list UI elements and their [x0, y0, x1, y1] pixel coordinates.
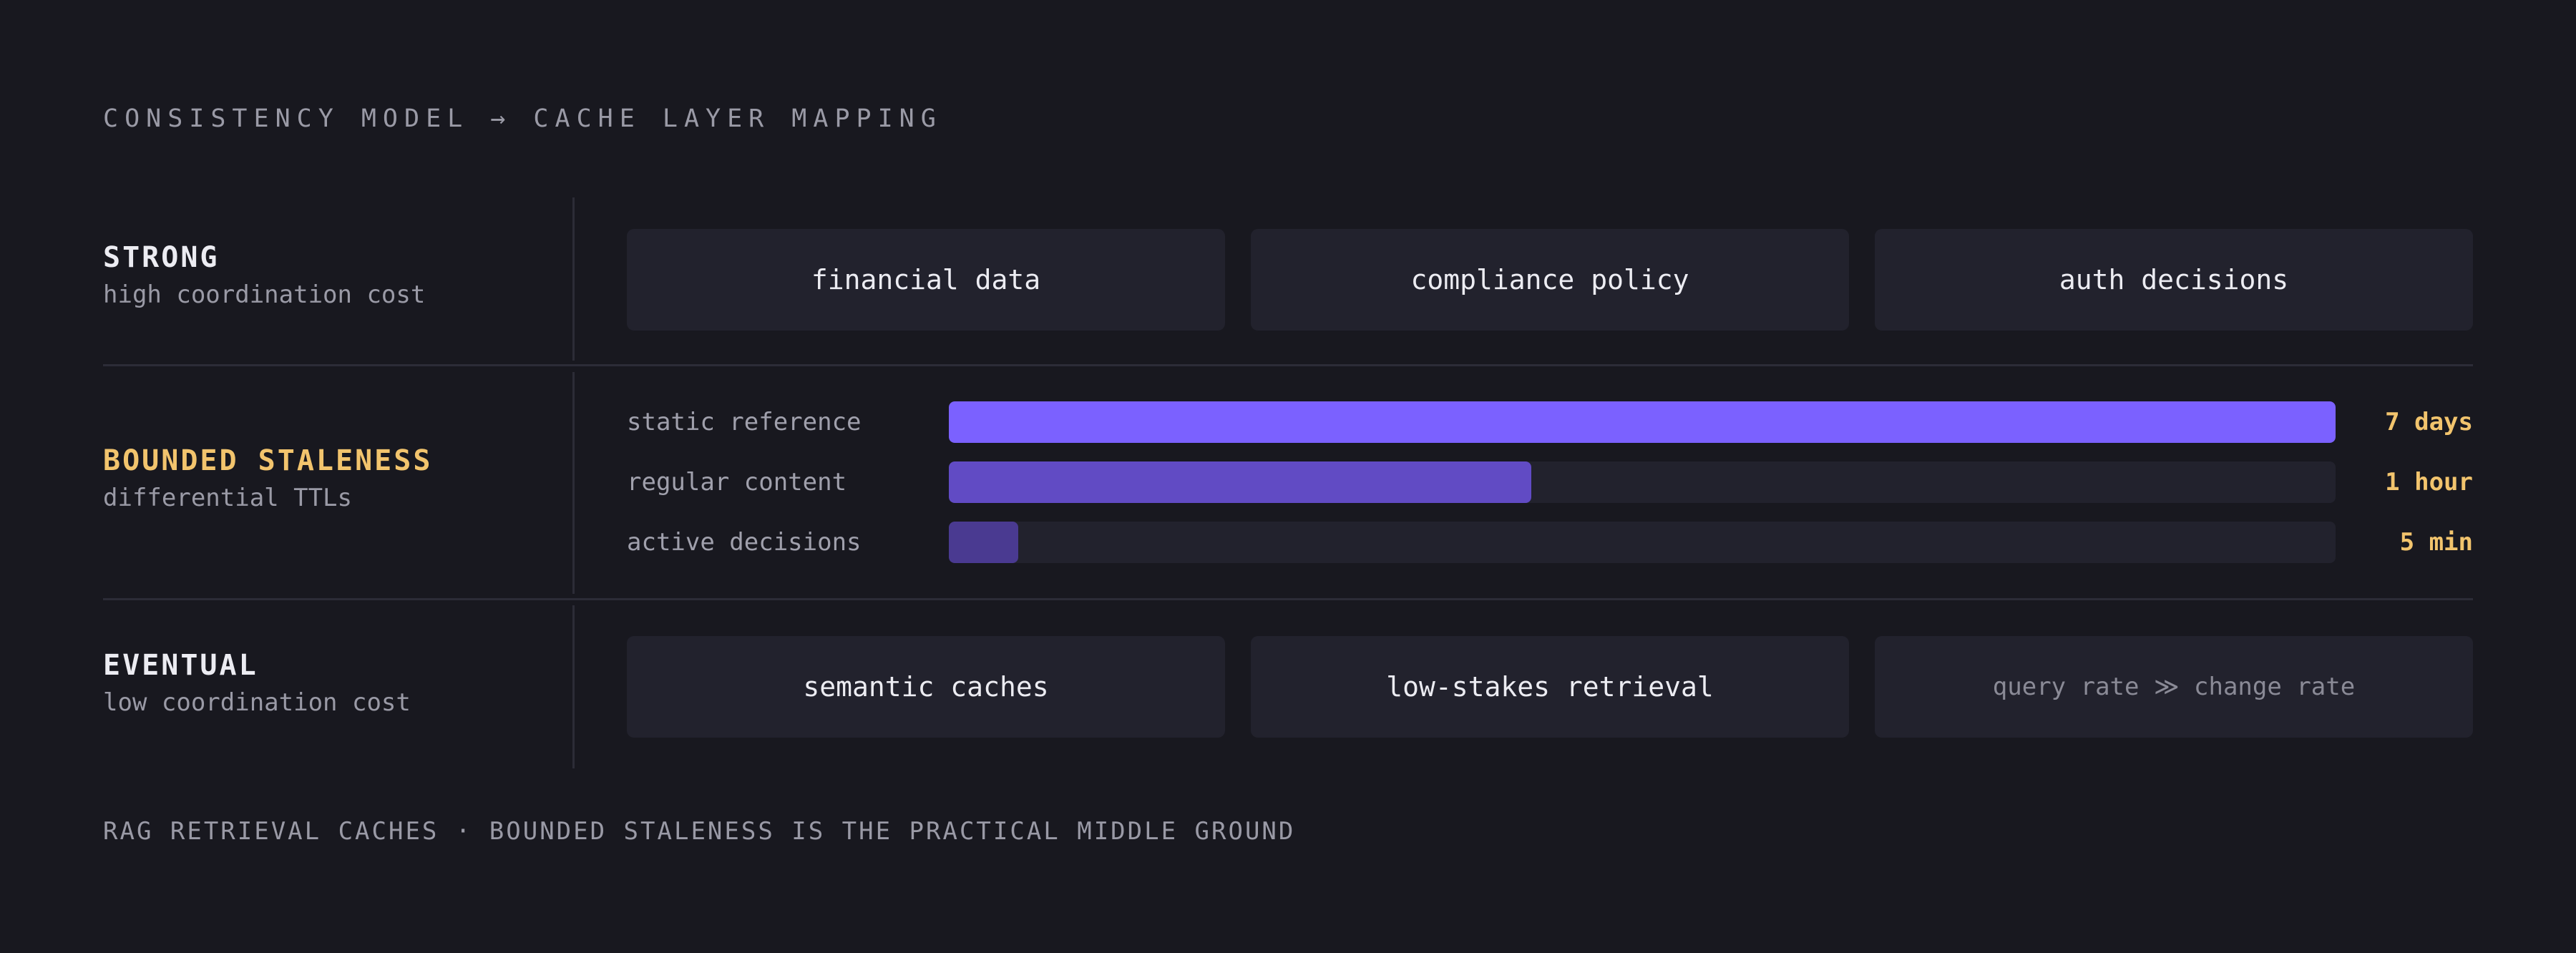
row-bounded-subtitle: differential TTLs [103, 484, 352, 512]
ttl-bar-track-regular-content [949, 461, 2336, 503]
row-strong-label: STRONG high coordination cost [103, 240, 425, 312]
ttl-label-static-reference: static reference [627, 408, 862, 436]
row-bounded-divider [572, 372, 575, 594]
card-low-stakes-retrieval: low-stakes retrieval [1251, 636, 1849, 738]
ttl-value-active-decisions: 5 min [2399, 528, 2473, 557]
ttl-bar-static-reference [949, 401, 2336, 443]
ttl-bar-track-static-reference [949, 401, 2336, 443]
section-separator-1 [103, 364, 2473, 366]
ttl-label-regular-content: regular content [627, 468, 847, 497]
ttl-label-active-decisions: active decisions [627, 528, 862, 557]
row-bounded-label: BOUNDED STALENESS differential TTLs [103, 444, 432, 515]
card-auth-decisions: auth decisions [1875, 229, 2473, 331]
footer-caption: RAG RETRIEVAL CACHES · BOUNDED STALENESS… [103, 817, 1296, 846]
row-eventual-label: EVENTUAL low coordination cost [103, 648, 411, 720]
ttl-bar-active-decisions [949, 522, 1018, 563]
row-eventual-subtitle: low coordination cost [103, 688, 411, 717]
row-strong-divider [572, 197, 575, 361]
row-strong-name: STRONG [103, 241, 220, 274]
card-query-rate-note: query rate ≫ change rate [1875, 636, 2473, 738]
diagram-title: CONSISTENCY MODEL → CACHE LAYER MAPPING [103, 104, 942, 133]
row-eventual-name: EVENTUAL [103, 649, 258, 682]
row-eventual-divider [572, 605, 575, 768]
row-strong-subtitle: high coordination cost [103, 280, 426, 309]
ttl-bar-regular-content [949, 461, 1531, 503]
card-semantic-caches: semantic caches [627, 636, 1225, 738]
ttl-bar-track-active-decisions [949, 522, 2336, 563]
ttl-value-regular-content: 1 hour [2385, 468, 2473, 497]
section-separator-2 [103, 598, 2473, 600]
row-bounded-name: BOUNDED STALENESS [103, 444, 433, 477]
card-financial-data: financial data [627, 229, 1225, 331]
ttl-value-static-reference: 7 days [2385, 408, 2473, 436]
card-compliance-policy: compliance policy [1251, 229, 1849, 331]
